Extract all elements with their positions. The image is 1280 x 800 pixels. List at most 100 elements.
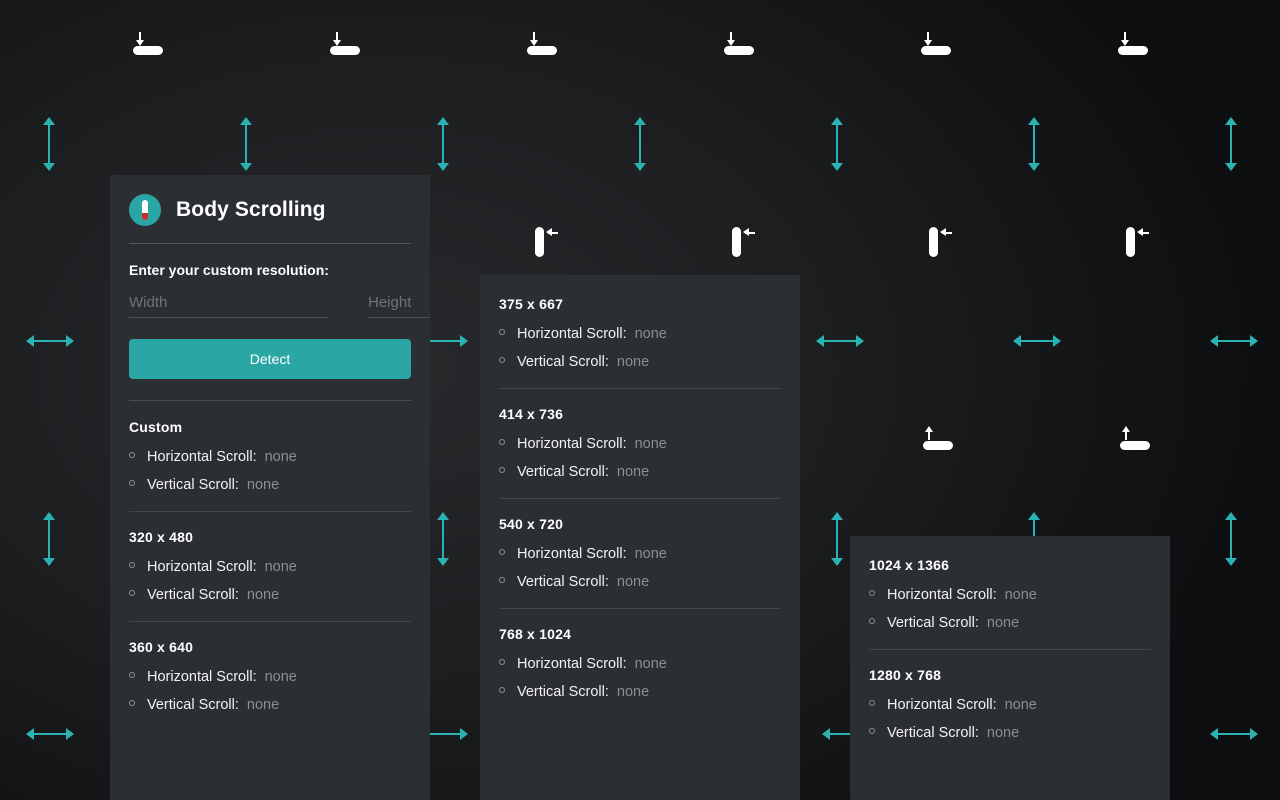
metric-label: Horizontal Scroll:	[147, 669, 257, 685]
metric-value: none	[264, 559, 297, 575]
group-divider	[869, 649, 1151, 650]
bullet-icon	[129, 590, 135, 596]
metric-value: none	[634, 656, 667, 672]
metric-value: none	[264, 449, 297, 465]
scroll-handle-icon	[527, 225, 561, 259]
width-input[interactable]	[129, 292, 328, 318]
metric-value: none	[986, 725, 1020, 741]
metric-vertical-scroll: Vertical Scroll: none	[129, 587, 411, 603]
metric-vertical-scroll: Vertical Scroll: none	[499, 464, 781, 480]
metric-horizontal-scroll: Horizontal Scroll: none	[129, 559, 411, 575]
scroll-handle-icon	[1116, 30, 1150, 64]
group-divider	[499, 498, 781, 499]
metric-horizontal-scroll: Horizontal Scroll: none	[499, 326, 781, 342]
resolution-group: 540 x 720 Horizontal Scroll: none Vertical …	[499, 516, 781, 590]
bullet-icon	[499, 329, 505, 335]
metric-value: none	[616, 354, 650, 370]
horizontal-resize-arrow-icon	[26, 727, 74, 741]
header-divider	[129, 243, 411, 244]
resolution-group: 360 x 640 Horizontal Scroll: none Vertical …	[129, 639, 411, 713]
bullet-icon	[129, 452, 135, 458]
detect-button[interactable]: Detect	[129, 339, 411, 379]
thermometer-icon	[129, 194, 161, 226]
results-list-mid: 375 x 667 Horizontal Scroll: none Vertical …	[499, 296, 781, 700]
horizontal-resize-arrow-icon	[26, 334, 74, 348]
metric-label: Vertical Scroll:	[147, 477, 239, 493]
metric-horizontal-scroll: Horizontal Scroll: none	[869, 697, 1151, 713]
scroll-handle-icon	[919, 30, 953, 64]
metric-vertical-scroll: Vertical Scroll: none	[499, 574, 781, 590]
metric-vertical-scroll: Vertical Scroll: none	[499, 354, 781, 370]
metric-value: none	[246, 587, 280, 603]
bullet-icon	[499, 467, 505, 473]
vertical-resize-arrow-icon	[830, 117, 844, 171]
bullet-icon	[499, 549, 505, 555]
metric-vertical-scroll: Vertical Scroll: none	[129, 697, 411, 713]
resolution-group: 320 x 480 Horizontal Scroll: none Vertical …	[129, 529, 411, 603]
resolution-group-title: 375 x 667	[499, 296, 564, 312]
metric-value: none	[264, 669, 297, 685]
metric-value: none	[616, 684, 650, 700]
scroll-handle-icon	[724, 225, 758, 259]
metric-horizontal-scroll: Horizontal Scroll: none	[869, 587, 1151, 603]
metric-value: none	[634, 546, 667, 562]
metric-value: none	[246, 697, 280, 713]
bullet-icon	[499, 659, 505, 665]
horizontal-resize-arrow-icon	[1210, 727, 1258, 741]
results-list-custom: Custom Horizontal Scroll: none Vertical Scr…	[129, 419, 411, 713]
horizontal-resize-arrow-icon	[1013, 334, 1061, 348]
panel-common-mobile-resolutions: 375 x 667 Horizontal Scroll: none Vertical …	[480, 275, 800, 800]
resolution-group: 414 x 736 Horizontal Scroll: none Vertical …	[499, 406, 781, 480]
metric-horizontal-scroll: Horizontal Scroll: none	[499, 546, 781, 562]
metric-label: Horizontal Scroll:	[147, 559, 257, 575]
metric-label: Vertical Scroll:	[147, 587, 239, 603]
metric-value: none	[1004, 587, 1037, 603]
bullet-icon	[499, 687, 505, 693]
bullet-icon	[499, 439, 505, 445]
metric-vertical-scroll: Vertical Scroll: none	[869, 615, 1151, 631]
metric-label: Vertical Scroll:	[887, 725, 979, 741]
scroll-handle-icon	[328, 30, 362, 64]
scroll-handle-icon	[131, 30, 165, 64]
vertical-resize-arrow-icon	[436, 512, 450, 566]
group-divider	[129, 621, 411, 622]
height-input[interactable]	[368, 292, 430, 318]
metric-value: none	[634, 326, 667, 342]
bullet-icon	[129, 672, 135, 678]
scroll-handle-icon	[1118, 225, 1152, 259]
bullet-icon	[129, 480, 135, 486]
page-title: Body Scrolling	[176, 198, 326, 221]
results-list-right: 1024 x 1366 Horizontal Scroll: none Vertica…	[869, 557, 1151, 741]
bullet-icon	[499, 357, 505, 363]
bullet-icon	[869, 700, 875, 706]
group-divider	[499, 608, 781, 609]
bullet-icon	[869, 728, 875, 734]
vertical-resize-arrow-icon	[42, 117, 56, 171]
scroll-handle-icon	[919, 424, 953, 458]
metric-label: Horizontal Scroll:	[147, 449, 257, 465]
scroll-handle-icon	[722, 30, 756, 64]
vertical-resize-arrow-icon	[1224, 117, 1238, 171]
resolution-group: Custom Horizontal Scroll: none Vertical Scr…	[129, 419, 411, 493]
resolution-group-title: 414 x 736	[499, 406, 564, 422]
metric-label: Vertical Scroll:	[517, 684, 609, 700]
metric-vertical-scroll: Vertical Scroll: none	[499, 684, 781, 700]
panel-header: Body Scrolling	[129, 175, 411, 243]
vertical-resize-arrow-icon	[239, 117, 253, 171]
group-divider	[129, 511, 411, 512]
horizontal-resize-arrow-icon	[1210, 334, 1258, 348]
bullet-icon	[129, 700, 135, 706]
scroll-handle-icon	[1116, 424, 1150, 458]
metric-value: none	[246, 477, 280, 493]
scroll-handle-icon	[921, 225, 955, 259]
metric-value: none	[986, 615, 1020, 631]
resolution-inputs	[129, 292, 430, 318]
resolution-group-title: 1024 x 1366	[869, 557, 950, 573]
bullet-icon	[869, 618, 875, 624]
vertical-resize-arrow-icon	[633, 117, 647, 171]
bullet-icon	[129, 562, 135, 568]
resolution-group-title: 540 x 720	[499, 516, 564, 532]
right-arrow-icon	[428, 727, 468, 741]
metric-label: Horizontal Scroll:	[887, 587, 997, 603]
vertical-resize-arrow-icon	[42, 512, 56, 566]
